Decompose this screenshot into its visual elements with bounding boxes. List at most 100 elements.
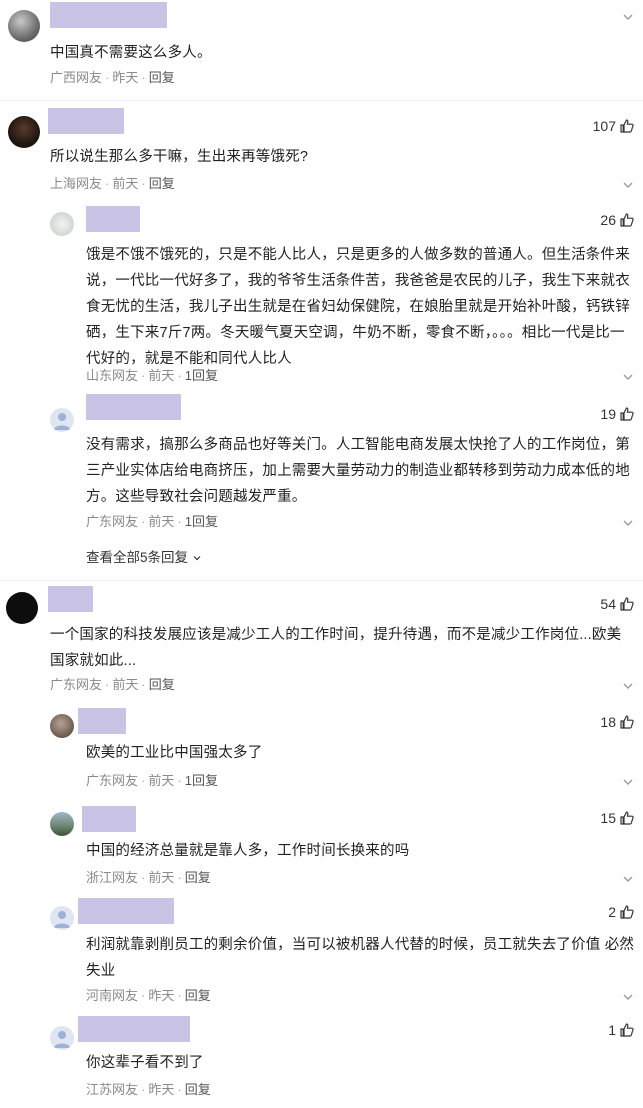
chevron-down-icon[interactable] <box>621 370 635 384</box>
separator: · <box>141 70 146 85</box>
region: 山东网友 <box>86 368 139 383</box>
reply-button[interactable]: 回复 <box>149 70 175 85</box>
reply-meta: 江苏网友 · 昨天 · 回复 <box>86 1080 211 1100</box>
region: 广东网友 <box>50 677 103 692</box>
separator: · <box>105 677 110 692</box>
comment-text: 所以说生那么多干嘛，生出来再等饿死? <box>50 149 309 165</box>
separator: · <box>141 988 146 1003</box>
username-redacted[interactable] <box>78 1016 190 1042</box>
thumbs-up-icon <box>620 1023 634 1037</box>
avatar[interactable] <box>50 906 74 930</box>
comment-text: 中国真不需要这么多人。 <box>50 45 212 61</box>
username-redacted[interactable] <box>48 586 93 612</box>
separator: · <box>177 988 182 1003</box>
avatar[interactable] <box>50 408 74 432</box>
separator: · <box>141 514 146 529</box>
username-redacted[interactable] <box>86 206 140 232</box>
like-button[interactable]: 1 <box>608 1020 635 1040</box>
avatar[interactable] <box>8 116 40 148</box>
timestamp: 前天 <box>148 870 175 885</box>
username-redacted[interactable] <box>78 708 126 734</box>
region: 浙江网友 <box>86 870 139 885</box>
avatar[interactable] <box>50 212 74 236</box>
username-redacted[interactable] <box>82 806 136 832</box>
timestamp: 昨天 <box>112 70 139 85</box>
username-redacted[interactable] <box>50 2 167 28</box>
thumbs-up-icon <box>620 213 634 227</box>
region: 江苏网友 <box>86 1082 139 1097</box>
like-count: 54 <box>600 596 616 612</box>
reply-button[interactable]: 回复 <box>149 176 175 191</box>
view-all-replies-link[interactable]: 查看全部5条回复 <box>86 546 202 566</box>
timestamp: 前天 <box>148 773 175 788</box>
thumbs-up-icon <box>620 905 634 919</box>
reply-text: 中国的经济总量就是靠人多，工作时间长换来的吗 <box>86 843 410 859</box>
separator: · <box>141 870 146 885</box>
reply-meta: 山东网友 · 前天 · 1回复 <box>86 366 218 386</box>
chevron-down-icon[interactable] <box>621 10 635 24</box>
separator: · <box>141 773 146 788</box>
like-button[interactable]: 18 <box>600 712 635 732</box>
reply-text: 没有需求，搞那么多商品也好等关门。人工智能电商发展太快抢了人的工作岗位，第三产业… <box>86 437 630 505</box>
avatar[interactable] <box>6 592 38 624</box>
separator: · <box>105 70 110 85</box>
separator: · <box>141 677 146 692</box>
username-redacted[interactable] <box>78 898 174 924</box>
region: 广西网友 <box>50 70 103 85</box>
like-count: 15 <box>600 810 616 826</box>
like-button[interactable]: 15 <box>600 808 635 828</box>
timestamp: 前天 <box>148 514 175 529</box>
separator: · <box>141 176 146 191</box>
thumbs-up-icon <box>620 811 634 825</box>
region: 广东网友 <box>86 773 139 788</box>
like-button[interactable]: 19 <box>600 404 635 424</box>
reply-text: 饿是不饿不饿死的，只是不能人比人，只是更多的人做多数的普通人。但生活条件来说，一… <box>86 247 630 367</box>
reply-button[interactable]: 1回复 <box>185 773 218 788</box>
chevron-down-icon[interactable] <box>621 679 635 693</box>
comment-3: 54 一个国家的科技发展应该是减少工人的工作时间，提升待遇，而不是减少工作岗位.… <box>0 580 643 1108</box>
separator: · <box>177 514 182 529</box>
reply-button[interactable]: 1回复 <box>185 514 218 529</box>
separator: · <box>141 368 146 383</box>
like-count: 26 <box>600 212 616 228</box>
chevron-down-icon[interactable] <box>621 872 635 886</box>
reply-meta: 广东网友 · 前天 · 1回复 <box>86 771 218 791</box>
timestamp: 前天 <box>112 677 139 692</box>
separator: · <box>177 1082 182 1097</box>
like-button[interactable]: 54 <box>600 594 635 614</box>
avatar[interactable] <box>50 812 74 836</box>
reply-meta: 河南网友 · 昨天 · 回复 <box>86 986 211 1006</box>
like-button[interactable]: 26 <box>600 210 635 230</box>
like-button[interactable]: 2 <box>608 902 635 922</box>
reply-button[interactable]: 回复 <box>185 870 211 885</box>
chevron-down-icon[interactable] <box>621 178 635 192</box>
thumbs-up-icon <box>620 715 634 729</box>
chevron-down-icon[interactable] <box>621 990 635 1004</box>
reply-button[interactable]: 回复 <box>185 1082 211 1097</box>
chevron-down-icon[interactable] <box>621 775 635 789</box>
reply-button[interactable]: 回复 <box>149 677 175 692</box>
like-button[interactable]: 107 <box>593 116 635 136</box>
reply-text: 利润就靠剥削员工的剩余价值，当可以被机器人代替的时候，员工就失去了价值 必然失业 <box>86 937 635 979</box>
comment-meta: 广东网友 · 前天 · 回复 <box>50 675 175 695</box>
default-avatar-icon <box>54 413 70 430</box>
like-count: 18 <box>600 714 616 730</box>
username-redacted[interactable] <box>86 394 181 420</box>
separator: · <box>177 870 182 885</box>
reply-button[interactable]: 回复 <box>185 988 211 1003</box>
chevron-down-icon[interactable] <box>621 516 635 530</box>
thumbs-up-icon <box>620 119 634 133</box>
timestamp: 昨天 <box>148 1082 175 1097</box>
region: 上海网友 <box>50 176 103 191</box>
avatar[interactable] <box>8 10 40 42</box>
separator: · <box>177 773 182 788</box>
like-count: 19 <box>600 406 616 422</box>
view-all-label: 查看全部5条回复 <box>86 550 189 565</box>
default-avatar-icon <box>54 1031 70 1048</box>
timestamp: 昨天 <box>148 988 175 1003</box>
comment-meta: 广西网友 · 昨天 · 回复 <box>50 68 175 88</box>
username-redacted[interactable] <box>48 108 124 134</box>
avatar[interactable] <box>50 1026 74 1050</box>
reply-button[interactable]: 1回复 <box>185 368 218 383</box>
avatar[interactable] <box>50 714 74 738</box>
